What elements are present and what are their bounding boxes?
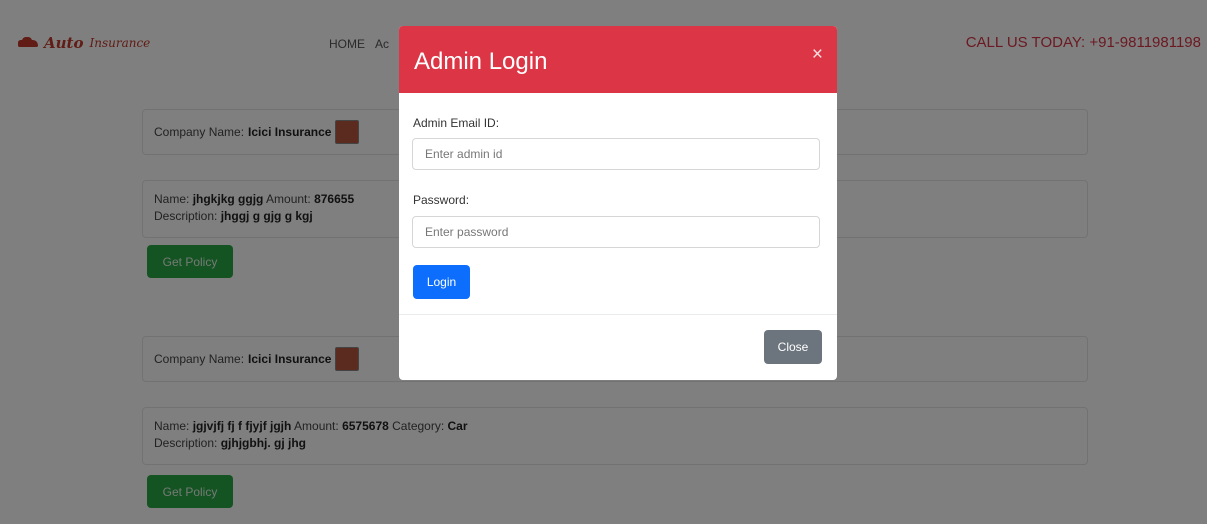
password-input[interactable] (412, 216, 820, 248)
modal-body: Admin Email ID: Password: Login (399, 93, 837, 311)
login-button[interactable]: Login (413, 265, 470, 299)
modal-title: Admin Login (414, 48, 548, 75)
admin-email-input[interactable] (412, 138, 820, 170)
modal-header: Admin Login × (399, 26, 837, 93)
close-icon[interactable]: × (812, 44, 823, 66)
password-label: Password: (413, 193, 470, 207)
close-button[interactable]: Close (764, 330, 822, 364)
modal-footer: Close (399, 314, 837, 380)
email-label: Admin Email ID: (413, 116, 500, 130)
admin-login-modal: Admin Login × Admin Email ID: Password: … (399, 26, 837, 380)
